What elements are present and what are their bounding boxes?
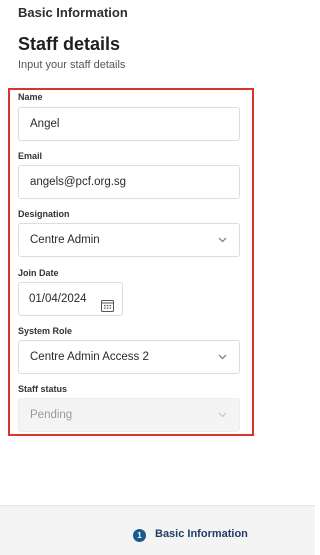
system-role-value: Centre Admin Access 2 [30, 351, 149, 363]
staff-status-label: Staff status [18, 384, 68, 394]
section-title: Basic Information [18, 5, 128, 20]
join-date-value: 01/04/2024 [29, 293, 87, 305]
staff-status-select: Pending [18, 398, 240, 432]
chevron-down-icon [218, 399, 227, 431]
name-input[interactable]: Angel [18, 107, 240, 141]
page-subtitle: Input your staff details [18, 59, 126, 71]
chevron-down-icon [218, 224, 227, 256]
step-label[interactable]: Basic Information [155, 528, 248, 540]
calendar-icon[interactable] [101, 293, 114, 325]
email-input[interactable]: angels@pcf.org.sg [18, 165, 240, 199]
step-number-badge: 1 [133, 529, 146, 542]
designation-label: Designation [18, 209, 70, 219]
staff-status-value: Pending [30, 409, 73, 421]
designation-value: Centre Admin [30, 234, 100, 246]
join-date-label: Join Date [18, 268, 59, 278]
name-label: Name [18, 92, 43, 102]
chevron-down-icon [218, 341, 227, 373]
join-date-input[interactable]: 01/04/2024 [18, 282, 123, 316]
email-label: Email [18, 151, 43, 161]
page-title: Staff details [18, 34, 121, 54]
designation-select[interactable]: Centre Admin [18, 223, 240, 257]
system-role-select[interactable]: Centre Admin Access 2 [18, 340, 240, 374]
system-role-label: System Role [18, 326, 73, 336]
